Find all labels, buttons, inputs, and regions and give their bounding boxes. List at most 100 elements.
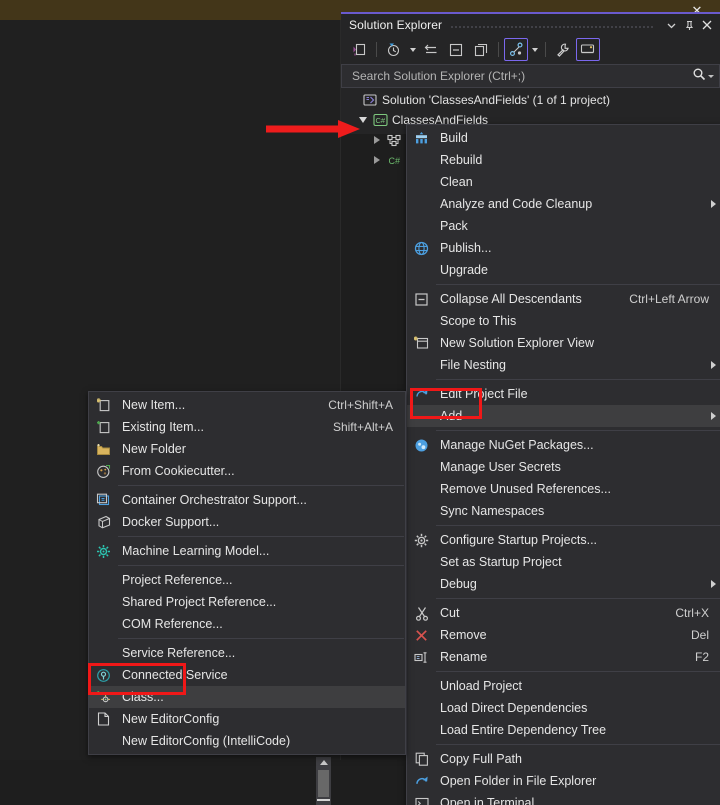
menu-item-no-icon (89, 730, 118, 752)
menu-item-build[interactable]: Build (407, 127, 720, 149)
menu-item-manage-user-secrets[interactable]: Manage User Secrets (407, 456, 720, 478)
menu-item-service-reference[interactable]: Service Reference... (89, 642, 405, 664)
menu-item-label: New EditorConfig (IntelliCode) (122, 734, 291, 748)
scrollbar-marker (317, 799, 330, 801)
menu-item-publish[interactable]: Publish... (407, 237, 720, 259)
search-solution-explorer[interactable] (341, 64, 720, 88)
menu-item-copy-full-path[interactable]: Copy Full Path (407, 748, 720, 770)
menu-item-analyze-and-code-cleanup[interactable]: Analyze and Code Cleanup (407, 193, 720, 215)
menu-item-new-item[interactable]: New Item... Ctrl+Shift+A (89, 394, 405, 416)
add-submenu[interactable]: New Item... Ctrl+Shift+A Existing Item... S… (88, 391, 406, 755)
menu-item-load-entire-dependency-tree[interactable]: Load Entire Dependency Tree (407, 719, 720, 741)
menu-separator (436, 671, 720, 672)
project-context-menu[interactable]: Build Rebuild Clean Analyze and Code Cleanu… (406, 124, 720, 805)
pending-changes-icon[interactable] (382, 38, 406, 61)
collapse-all-icon[interactable] (444, 38, 468, 61)
menu-item-class[interactable]: Class... (89, 686, 405, 708)
open-folder-icon (407, 770, 436, 792)
menu-item-no-icon (407, 259, 436, 281)
toolbar-separator (545, 42, 546, 57)
menu-item-from-cookiecutter[interactable]: From Cookiecutter... (89, 460, 405, 482)
menu-item-open-folder-in-file-explorer[interactable]: Open Folder in File Explorer (407, 770, 720, 792)
home-icon[interactable] (347, 38, 371, 61)
menu-item-docker-support[interactable]: Docker Support... (89, 511, 405, 533)
view-options-icon[interactable] (504, 38, 528, 61)
menu-item-label: Unload Project (440, 679, 522, 693)
menu-item-manage-nuget-packages[interactable]: Manage NuGet Packages... (407, 434, 720, 456)
menu-item-file-nesting[interactable]: File Nesting (407, 354, 720, 376)
search-icon[interactable] (692, 67, 706, 86)
menu-item-collapse-all-descendants[interactable]: Collapse All Descendants Ctrl+Left Arrow (407, 288, 720, 310)
menu-item-cut[interactable]: Cut Ctrl+X (407, 602, 720, 624)
close-icon[interactable] (698, 15, 716, 35)
menu-item-remove-unused-references[interactable]: Remove Unused References... (407, 478, 720, 500)
scrollbar-thumb[interactable] (318, 770, 329, 797)
menu-item-pack[interactable]: Pack (407, 215, 720, 237)
csharp-file-icon: C# (385, 154, 403, 167)
connected-service-icon (89, 664, 118, 686)
menu-item-new-editorconfig-intellicode[interactable]: New EditorConfig (IntelliCode) (89, 730, 405, 752)
menu-item-label: Rename (440, 650, 488, 664)
properties-icon[interactable] (551, 38, 575, 61)
menu-item-debug[interactable]: Debug (407, 573, 720, 595)
menu-item-label: New Item... (122, 398, 186, 412)
menu-item-shared-project-reference[interactable]: Shared Project Reference... (89, 591, 405, 613)
search-options-dropdown-icon[interactable] (706, 75, 715, 78)
menu-item-com-reference[interactable]: COM Reference... (89, 613, 405, 635)
menu-item-upgrade[interactable]: Upgrade (407, 259, 720, 281)
menu-item-unload-project[interactable]: Unload Project (407, 675, 720, 697)
menu-item-no-icon (407, 171, 436, 193)
publish-icon (407, 237, 436, 259)
menu-item-project-reference[interactable]: Project Reference... (89, 569, 405, 591)
preview-selected-items-icon[interactable] (576, 38, 600, 61)
menu-item-edit-project-file[interactable]: Edit Project File (407, 383, 720, 405)
editor-vertical-scrollbar[interactable] (316, 757, 331, 805)
submenu-arrow-icon (705, 361, 720, 369)
twisty-collapsed-icon[interactable] (369, 130, 385, 150)
search-input[interactable] (350, 68, 692, 84)
menu-item-label: Open Folder in File Explorer (440, 774, 597, 788)
menu-item-machine-learning-model[interactable]: Machine Learning Model... (89, 540, 405, 562)
menu-item-rebuild[interactable]: Rebuild (407, 149, 720, 171)
menu-item-sync-namespaces[interactable]: Sync Namespaces (407, 500, 720, 522)
menu-item-no-icon (407, 354, 436, 376)
menu-item-set-as-startup-project[interactable]: Set as Startup Project (407, 551, 720, 573)
menu-item-new-folder[interactable]: New Folder (89, 438, 405, 460)
menu-item-new-solution-explorer-view[interactable]: New Solution Explorer View (407, 332, 720, 354)
menu-item-clean[interactable]: Clean (407, 171, 720, 193)
menu-item-container-orchestrator-support[interactable]: Container Orchestrator Support... (89, 489, 405, 511)
menu-item-label: Pack (440, 219, 468, 233)
menu-item-load-direct-dependencies[interactable]: Load Direct Dependencies (407, 697, 720, 719)
menu-item-label: New EditorConfig (122, 712, 220, 726)
menu-item-label: Manage NuGet Packages... (440, 438, 594, 452)
edit-project-icon (407, 383, 436, 405)
tree-item-solution[interactable]: Solution 'ClassesAndFields' (1 of 1 proj… (341, 90, 720, 110)
menu-item-label: Build (440, 131, 468, 145)
menu-item-label: Edit Project File (440, 387, 528, 401)
menu-item-new-editorconfig[interactable]: New EditorConfig (89, 708, 405, 730)
menu-item-label: Project Reference... (122, 573, 233, 587)
scroll-up-arrow-icon[interactable] (316, 757, 331, 768)
twisty-collapsed-icon[interactable] (369, 150, 385, 170)
menu-item-remove[interactable]: Remove Del (407, 624, 720, 646)
solution-explorer-toolbar (341, 36, 720, 63)
menu-item-configure-startup-projects[interactable]: Configure Startup Projects... (407, 529, 720, 551)
container-orchestrator-icon (89, 489, 118, 511)
menu-item-existing-item[interactable]: Existing Item... Shift+Alt+A (89, 416, 405, 438)
menu-item-scope-to-this[interactable]: Scope to This (407, 310, 720, 332)
view-options-dropdown-icon[interactable] (529, 39, 540, 60)
menu-item-rename[interactable]: Rename F2 (407, 646, 720, 668)
sync-with-active-document-icon[interactable] (419, 38, 443, 61)
menu-item-open-in-terminal[interactable]: Open in Terminal (407, 792, 720, 805)
menu-item-label: Sync Namespaces (440, 504, 545, 518)
menu-item-add[interactable]: Add (407, 405, 720, 427)
pending-changes-dropdown-icon[interactable] (407, 39, 418, 60)
pin-icon[interactable] (680, 15, 698, 35)
menu-item-label: Scope to This (440, 314, 517, 328)
menu-item-label: Docker Support... (122, 515, 220, 529)
cut-icon (407, 602, 436, 624)
show-all-files-icon[interactable] (469, 38, 493, 61)
menu-item-connected-service[interactable]: Connected Service (89, 664, 405, 686)
menu-item-no-icon (407, 149, 436, 171)
dropdown-icon[interactable] (662, 15, 680, 35)
